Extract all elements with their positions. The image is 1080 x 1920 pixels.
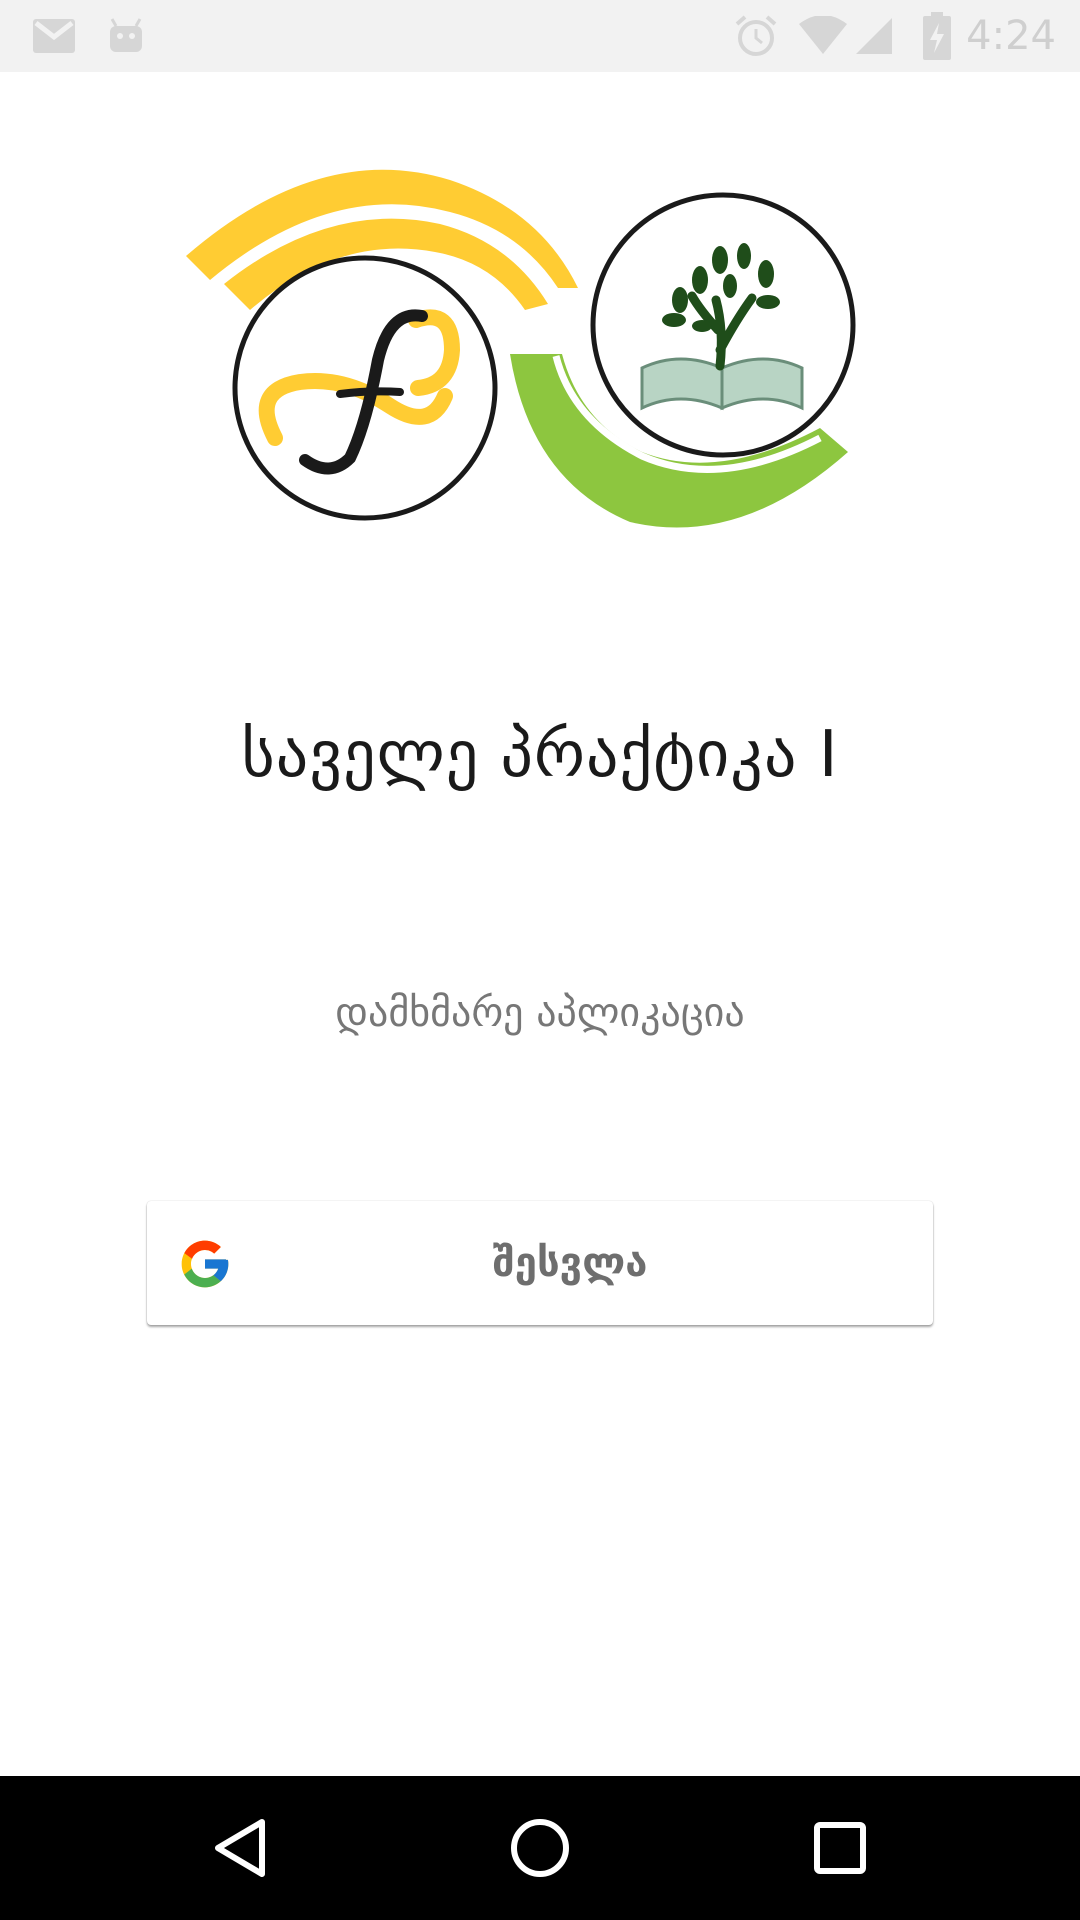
- home-icon[interactable]: [480, 1776, 600, 1920]
- recents-icon[interactable]: [780, 1776, 900, 1920]
- navigation-bar: [0, 1776, 1080, 1920]
- status-time: 4:24: [966, 13, 1056, 59]
- battery-charging-icon: [922, 0, 952, 72]
- page-subtitle: დამხმარე აპლიკაცია: [335, 990, 745, 1036]
- page-title: საველე პრაქტიკა I: [241, 718, 839, 792]
- back-icon[interactable]: [180, 1776, 300, 1920]
- wifi-icon: [797, 0, 849, 72]
- signin-label: შესვლა: [492, 1240, 648, 1286]
- status-bar: 4:24: [0, 0, 1080, 72]
- app-logo: [180, 160, 900, 560]
- google-signin-button[interactable]: შესვლა: [147, 1201, 933, 1325]
- gmail-icon: [32, 0, 76, 72]
- signal-icon: [854, 0, 894, 72]
- alarm-icon: [733, 0, 779, 72]
- android-icon: [106, 0, 146, 72]
